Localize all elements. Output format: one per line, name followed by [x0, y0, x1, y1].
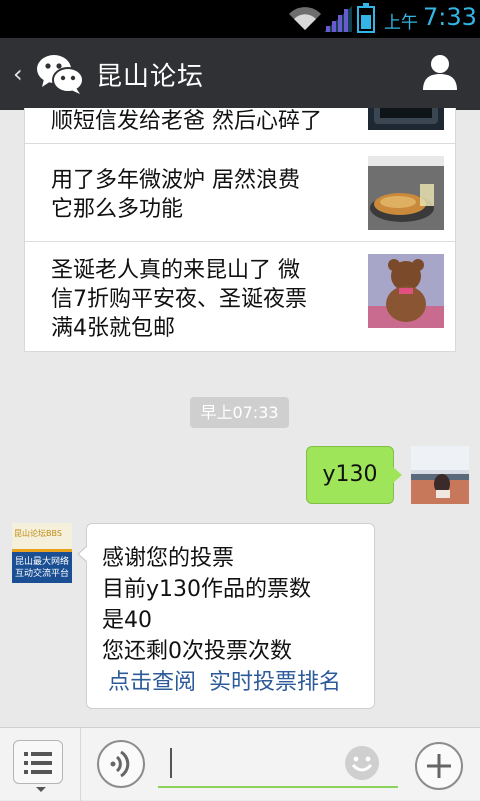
chevron-down-icon [36, 787, 46, 792]
svg-text:昆山最大网络: 昆山最大网络 [15, 555, 69, 567]
bot-message-line: 是40 [102, 608, 152, 633]
menu-list-icon [24, 752, 52, 774]
bot-message-bubble: 感谢您的投票 目前y130作品的票数 是40 您还剩0次投票次数 点击查阅 实时… [77, 523, 375, 709]
text-caret [170, 748, 172, 778]
title-bar: ‹ 昆山论坛 [0, 38, 480, 110]
user-profile-icon[interactable] [420, 52, 460, 92]
article-title: 圣诞老人真的来昆山了 微 信7折购平安夜、圣诞夜票 满4张就包邮 [51, 258, 307, 341]
article-title: 用了多年微波炉 居然浪费 它那么多功能 [51, 168, 300, 222]
plus-icon [427, 754, 451, 778]
live-ranking-link[interactable]: 实时投票排名 [209, 664, 341, 696]
article-item[interactable]: 用了多年微波炉 居然浪费 它那么多功能 [25, 144, 455, 242]
menu-toggle-button[interactable] [13, 740, 63, 792]
wechat-logo-icon[interactable] [36, 52, 84, 96]
view-link[interactable]: 点击查阅 [108, 664, 196, 696]
wifi-icon [289, 7, 321, 30]
voice-button[interactable] [97, 740, 145, 788]
voice-icon [110, 750, 130, 778]
signal-icon [324, 6, 352, 32]
article-item[interactable]: 圣诞老人真的来昆山了 微 信7折购平安夜、圣诞夜票 满4张就包邮 [25, 242, 455, 351]
emoji-icon[interactable] [343, 744, 381, 782]
chat-timestamp: 早上07:33 [190, 397, 289, 428]
plus-button[interactable] [415, 742, 463, 790]
article-card: 顺短信发给老爸 然后心碎了 用了多年微波炉 居然浪费 它那么多功能 圣诞老人真的… [24, 108, 456, 352]
input-bar [0, 727, 480, 801]
article-thumbnail [368, 156, 444, 230]
status-bar: 上午 7:33 [0, 0, 480, 38]
bot-avatar[interactable]: 昆山论坛BBS 昆山最大网络 互动交流平台 [12, 523, 72, 583]
bot-message-line: 感谢您的投票 [102, 546, 235, 571]
my-avatar[interactable] [411, 446, 469, 504]
my-message-bubble[interactable]: y130 [306, 446, 402, 504]
svg-text:互动交流平台: 互动交流平台 [15, 567, 69, 579]
article-thumbnail [368, 108, 444, 130]
bot-message-line: 您还剩0次投票次数 [102, 639, 292, 664]
status-time: 7:33 [423, 3, 477, 31]
battery-icon [357, 3, 375, 33]
page-title: 昆山论坛 [96, 62, 205, 92]
svg-text:昆山论坛BBS: 昆山论坛BBS [14, 528, 62, 538]
bot-message-line: 目前y130作品的票数 [102, 577, 312, 602]
article-thumbnail [368, 254, 444, 328]
divider [80, 728, 81, 801]
article-title: 顺短信发给老爸 然后心碎了 [51, 109, 322, 134]
article-item[interactable]: 顺短信发给老爸 然后心碎了 [25, 108, 455, 144]
status-ampm: 上午 [384, 13, 418, 33]
back-icon[interactable]: ‹ [13, 61, 23, 87]
